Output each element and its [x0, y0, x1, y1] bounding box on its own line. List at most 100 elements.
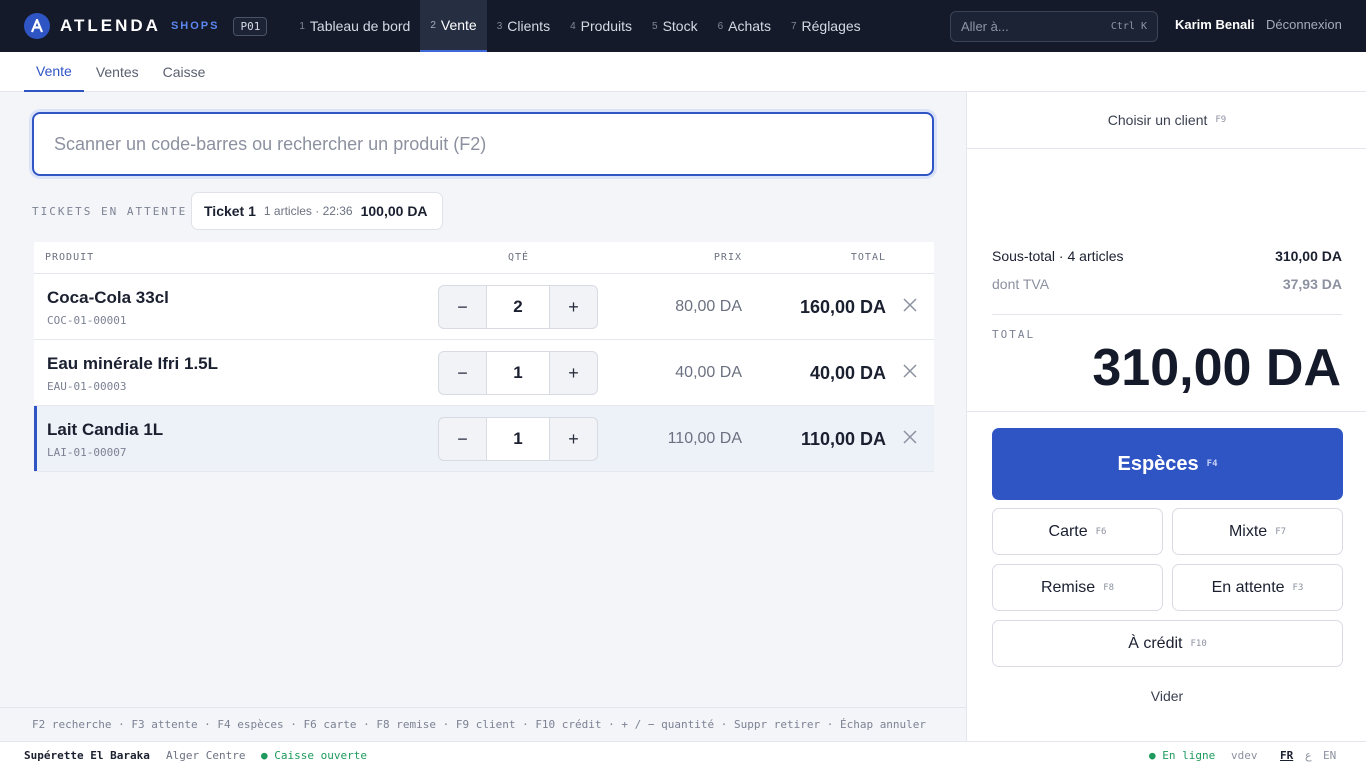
- nav-num: 5: [652, 20, 658, 32]
- tab-sales[interactable]: Ventes: [84, 52, 151, 92]
- nav-num: 4: [570, 20, 576, 32]
- nav-label: Vente: [440, 17, 477, 33]
- credit-button[interactable]: À crédit F10: [992, 620, 1343, 667]
- cart-table: PRODUIT QTÉ PRIX TOTAL Coca-Cola 33cl CO…: [34, 242, 934, 472]
- nav-clients[interactable]: 3 Clients: [487, 0, 560, 52]
- hold-key: F3: [1292, 582, 1304, 593]
- card-key: F6: [1095, 526, 1107, 537]
- choose-client-button[interactable]: Choisir un client F9: [967, 92, 1366, 149]
- choose-client-label: Choisir un client: [1107, 112, 1208, 128]
- brand[interactable]: ATLENDA SHOPS: [24, 13, 219, 39]
- nav-label: Produits: [580, 18, 632, 34]
- mixed-label: Mixte: [1228, 522, 1268, 540]
- qty-minus-button[interactable]: −: [439, 352, 486, 394]
- remove-icon[interactable]: [901, 362, 919, 380]
- credit-label: À crédit: [1128, 634, 1183, 652]
- mixed-key: F7: [1275, 526, 1287, 537]
- nav-purchases[interactable]: 6 Achats: [708, 0, 781, 52]
- remove-icon[interactable]: [901, 296, 919, 314]
- discount-key: F8: [1103, 582, 1115, 593]
- nav-label: Clients: [507, 18, 551, 34]
- nav-dashboard[interactable]: 1 Tableau de bord: [289, 0, 420, 52]
- line-total: 40,00 DA: [809, 363, 886, 383]
- goto-search[interactable]: Aller à... Ctrl K: [950, 11, 1158, 42]
- nav-num: 2: [430, 19, 436, 31]
- subtotal-label: Sous-total · 4 articles: [992, 248, 1124, 264]
- hold-button[interactable]: En attente F3: [1172, 564, 1343, 611]
- product-sku: COC-01-00001: [47, 314, 127, 327]
- lang-en[interactable]: EN: [1323, 749, 1336, 762]
- lang-fr[interactable]: FR: [1280, 749, 1293, 762]
- nav-label: Tableau de bord: [309, 18, 411, 34]
- nav-label: Stock: [662, 18, 698, 34]
- sub-tabs: Vente Ventes Caisse: [0, 52, 1366, 92]
- card-label: Carte: [1048, 522, 1088, 540]
- mixed-button[interactable]: Mixte F7: [1172, 508, 1343, 555]
- cash-label: Espèces: [1117, 452, 1199, 475]
- nav-sale[interactable]: 2 Vente: [420, 0, 487, 52]
- qty-value[interactable]: 1: [486, 352, 550, 394]
- nav-num: 3: [496, 20, 503, 32]
- status-bar: Supérette El Baraka Alger Centre ● Caiss…: [0, 741, 1366, 768]
- line-total: 160,00 DA: [799, 297, 886, 317]
- brand-sub: SHOPS: [170, 20, 220, 32]
- qty-minus-button[interactable]: −: [439, 286, 486, 328]
- checkout-panel: Choisir un client F9 Sous-total · 4 arti…: [966, 92, 1366, 741]
- unit-price: 110,00 DA: [667, 430, 742, 447]
- cart-row[interactable]: Eau minérale Ifri 1.5L EAU-01-00003 − 1 …: [34, 340, 934, 406]
- product-sku: LAI-01-00007: [47, 446, 127, 459]
- qty-value[interactable]: 1: [486, 418, 550, 460]
- card-button[interactable]: Carte F6: [992, 508, 1163, 555]
- subtotal-value: 310,00 DA: [1275, 248, 1342, 264]
- held-ticket-name: Ticket 1: [204, 203, 256, 219]
- held-ticket-meta: 1 articles · 22:36: [263, 204, 353, 218]
- held-tickets-label: TICKETS EN ATTENTE: [32, 205, 188, 218]
- qty-plus-button[interactable]: +: [550, 286, 597, 328]
- tva-line: dont TVA 37,93 DA: [992, 276, 1342, 292]
- hold-label: En attente: [1211, 578, 1285, 596]
- brand-name: ATLENDA: [60, 16, 161, 35]
- cart-row-selected[interactable]: Lait Candia 1L LAI-01-00007 − 1 + 110,00…: [34, 406, 934, 472]
- app-version: vdev: [1231, 749, 1258, 762]
- tab-sale[interactable]: Vente: [24, 52, 84, 92]
- cash-key: F4: [1206, 459, 1218, 469]
- cart-header: PRODUIT QTÉ PRIX TOTAL: [34, 242, 934, 274]
- cart-row[interactable]: Coca-Cola 33cl COC-01-00001 − 2 + 80,00 …: [34, 274, 934, 340]
- product-search-input[interactable]: [54, 133, 914, 155]
- register-status: ● Caisse ouverte: [261, 749, 367, 762]
- qty-minus-button[interactable]: −: [439, 418, 486, 460]
- held-ticket[interactable]: Ticket 1 1 articles · 22:36 100,00 DA: [191, 192, 443, 230]
- qty-plus-button[interactable]: +: [550, 418, 597, 460]
- online-status: ● En ligne: [1149, 749, 1216, 762]
- held-ticket-amount: 100,00 DA: [360, 203, 428, 219]
- cash-button[interactable]: Espèces F4: [992, 428, 1343, 500]
- store-name: Supérette El Baraka: [24, 749, 150, 762]
- nav-stock[interactable]: 5 Stock: [642, 0, 708, 52]
- discount-label: Remise: [1040, 578, 1096, 596]
- line-total: 110,00 DA: [800, 429, 886, 449]
- total-label: TOTAL: [992, 328, 1036, 341]
- qty-plus-button[interactable]: +: [550, 352, 597, 394]
- nav-num: 7: [790, 20, 797, 32]
- nav-settings[interactable]: 7 Réglages: [781, 0, 871, 52]
- tab-register[interactable]: Caisse: [151, 52, 218, 92]
- tva-value: 37,93 DA: [1282, 276, 1342, 292]
- product-search[interactable]: [32, 112, 934, 176]
- col-total: TOTAL: [850, 252, 886, 263]
- nav-products[interactable]: 4 Produits: [560, 0, 642, 52]
- discount-button[interactable]: Remise F8: [992, 564, 1163, 611]
- product-name: Eau minérale Ifri 1.5L: [47, 354, 219, 373]
- top-bar: ATLENDA SHOPS P01 1 Tableau de bord 2 Vent…: [0, 0, 1366, 52]
- clear-cart-button[interactable]: Vider: [967, 688, 1366, 704]
- nav-label: Achats: [728, 18, 771, 34]
- nav-label: Réglages: [801, 18, 861, 34]
- qty-value[interactable]: 2: [486, 286, 550, 328]
- logout-link[interactable]: Déconnexion: [1266, 17, 1342, 32]
- user-name[interactable]: Karim Benali: [1175, 17, 1254, 32]
- subtotal-line: Sous-total · 4 articles 310,00 DA: [992, 248, 1342, 264]
- lang-ar[interactable]: ع: [1305, 749, 1312, 762]
- nav-num: 1: [299, 20, 305, 32]
- quantity-stepper: − 2 +: [438, 285, 598, 329]
- col-qty: QTÉ: [508, 252, 530, 263]
- remove-icon[interactable]: [901, 428, 919, 446]
